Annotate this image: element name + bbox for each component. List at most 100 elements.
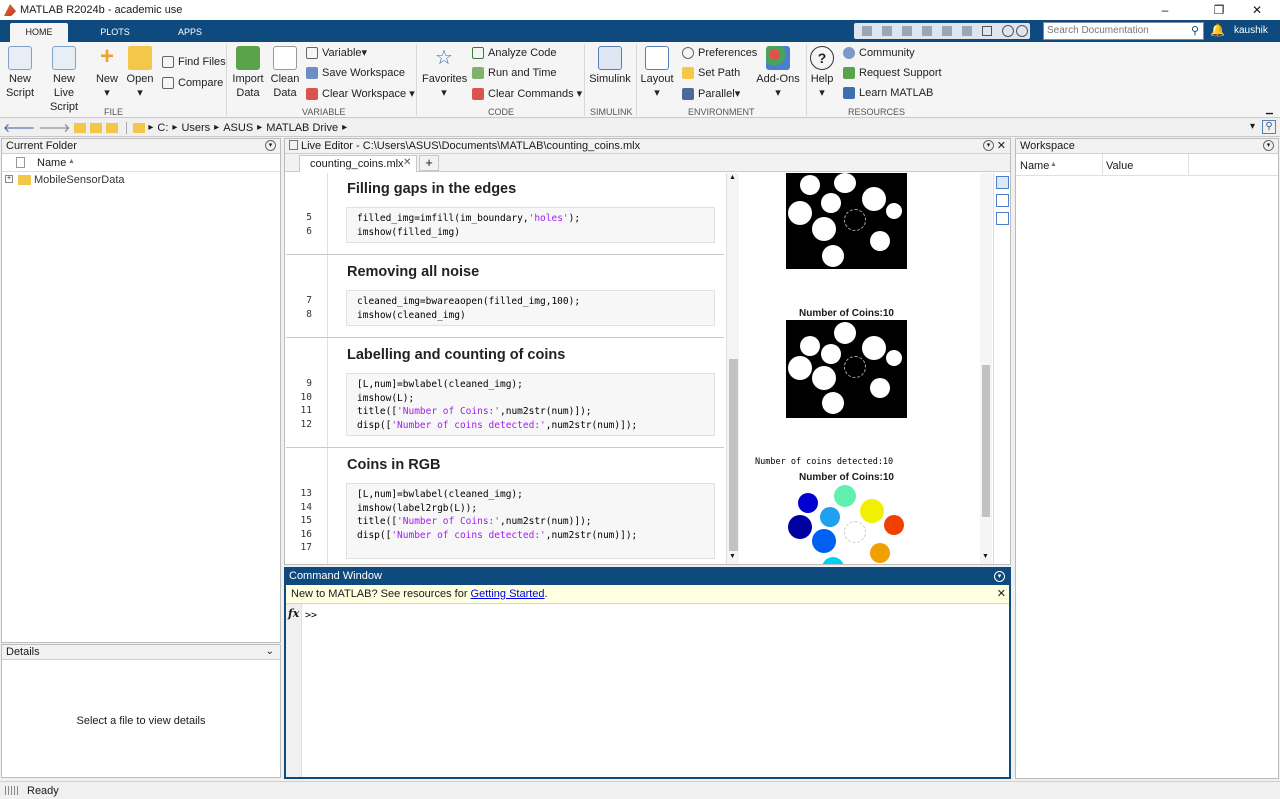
import-data-icon: [236, 46, 260, 70]
close-button[interactable]: ✕: [1234, 0, 1280, 20]
close-tab-icon[interactable]: ✕: [403, 157, 411, 168]
learn-matlab-button[interactable]: Learn MATLAB: [843, 87, 933, 99]
notification-bell-icon[interactable]: 🔔: [1210, 23, 1225, 37]
add-tab-button[interactable]: +: [419, 155, 439, 171]
name-column-header[interactable]: Name: [1020, 160, 1049, 172]
request-support-button[interactable]: Request Support: [843, 67, 942, 79]
output-right-view-icon[interactable]: [996, 176, 1009, 189]
clear-commands-button[interactable]: Clear Commands ▾: [472, 87, 582, 100]
hide-code-view-icon[interactable]: [996, 212, 1009, 225]
coin: [834, 485, 856, 507]
save-icon[interactable]: [862, 26, 872, 36]
output-figure-filled[interactable]: [786, 173, 907, 269]
tab-apps[interactable]: APPS: [165, 23, 215, 42]
undo-icon[interactable]: [942, 26, 952, 36]
stop-icon[interactable]: [1016, 25, 1028, 37]
line-number: 11: [300, 405, 312, 416]
code-scrollbar[interactable]: ▲ ▼: [726, 173, 739, 564]
breadcrumb-asus[interactable]: ASUS: [223, 122, 253, 134]
code-block[interactable]: [L,num]=bwlabel(cleaned_img); imshow(L);…: [346, 373, 715, 436]
close-notice-icon[interactable]: ✕: [997, 585, 1006, 603]
find-files-button[interactable]: Find Files: [162, 56, 226, 68]
code-block[interactable]: filled_img=imfill(im_boundary,'holes'); …: [346, 207, 715, 243]
new-button[interactable]: + New ▾: [93, 45, 121, 100]
code-block[interactable]: cleaned_img=bwareaopen(filled_img,100); …: [346, 290, 715, 326]
run-and-time-button[interactable]: Run and Time: [472, 67, 556, 79]
tab-counting-coins[interactable]: counting_coins.mlx ✕: [299, 155, 417, 172]
getting-started-link[interactable]: Getting Started: [471, 588, 545, 600]
scroll-thumb[interactable]: [729, 359, 738, 551]
panel-options-icon[interactable]: ▾: [994, 571, 1005, 582]
scroll-up-icon[interactable]: ▲: [729, 174, 736, 181]
folder-action-icon[interactable]: [106, 122, 119, 133]
minimize-button[interactable]: –: [1142, 0, 1188, 20]
code-area[interactable]: Filling gaps in the edges 5 6 filled_img…: [285, 173, 726, 564]
breadcrumb-drive[interactable]: C:: [157, 122, 168, 134]
compare-button[interactable]: Compare: [162, 77, 223, 89]
panel-options-icon[interactable]: ▾: [1263, 140, 1274, 151]
preferences-button[interactable]: Preferences: [682, 47, 757, 59]
search-documentation-input[interactable]: Search Documentation: [1043, 22, 1204, 40]
collapse-ribbon-icon[interactable]: ▁: [1266, 104, 1273, 115]
panel-options-icon[interactable]: ▾: [265, 140, 276, 151]
redo-icon[interactable]: [962, 26, 972, 36]
copy-icon[interactable]: [902, 26, 912, 36]
clear-workspace-button[interactable]: Clear Workspace ▾: [306, 87, 415, 100]
chevron-down-icon[interactable]: ⌄: [266, 645, 274, 659]
parallel-button[interactable]: Parallel ▾: [682, 87, 740, 100]
breadcrumb-users[interactable]: Users: [181, 122, 210, 134]
user-account-menu[interactable]: kaushik: [1234, 25, 1268, 36]
import-data-button[interactable]: Import Data: [230, 46, 266, 100]
list-item[interactable]: + MobileSensorData: [2, 172, 280, 188]
new-live-script-button[interactable]: New Live Script: [40, 46, 88, 114]
new-script-button[interactable]: New Script: [4, 46, 36, 100]
variable-button[interactable]: Variable ▾: [306, 46, 367, 59]
analyze-code-button[interactable]: Analyze Code: [472, 47, 557, 59]
scroll-down-icon[interactable]: ▼: [729, 553, 736, 560]
save-workspace-button[interactable]: Save Workspace: [306, 67, 405, 79]
output-figure-rgb[interactable]: [786, 485, 907, 564]
forward-arrow-icon[interactable]: 🡒: [38, 120, 70, 135]
command-input[interactable]: [320, 607, 1000, 777]
search-icon[interactable]: ⚲: [1191, 24, 1199, 37]
browse-folder-icon[interactable]: [90, 122, 103, 133]
favorites-button[interactable]: ☆ Favorites ▾: [422, 46, 467, 100]
code-text: cleaned_img=bwareaopen(filled_img,100);: [357, 296, 581, 307]
add-ons-button[interactable]: Add-Ons ▾: [756, 46, 800, 100]
compare-icon: [162, 77, 174, 89]
tab-plots[interactable]: PLOTS: [90, 23, 140, 42]
output-figure-cleaned[interactable]: [786, 320, 907, 418]
figure-title: Number of Coins:10: [798, 472, 894, 483]
find-files-icon: [162, 56, 174, 68]
help-button[interactable]: ? Help ▾: [808, 46, 836, 100]
breadcrumb-matlab-drive[interactable]: MATLAB Drive: [266, 122, 338, 134]
cut-icon[interactable]: [882, 26, 892, 36]
help-circle-icon[interactable]: [1002, 25, 1014, 37]
close-panel-icon[interactable]: ✕: [997, 139, 1006, 153]
tab-home[interactable]: HOME: [10, 23, 68, 42]
simulink-button[interactable]: Simulink: [588, 46, 632, 86]
clean-data-button[interactable]: Clean Data: [269, 46, 301, 100]
back-arrow-icon[interactable]: 🡐: [3, 120, 35, 135]
expand-icon[interactable]: +: [5, 175, 13, 183]
scroll-thumb[interactable]: [982, 365, 990, 517]
switch-windows-icon[interactable]: [982, 26, 992, 36]
panel-options-icon[interactable]: ▾: [983, 140, 994, 151]
code-block[interactable]: [L,num]=bwlabel(cleaned_img); imshow(lab…: [346, 483, 715, 559]
output-area[interactable]: Number of Coins:10 Number of coins detec…: [740, 173, 992, 564]
open-button[interactable]: Open ▾: [126, 46, 154, 100]
output-inline-view-icon[interactable]: [996, 194, 1009, 207]
search-folder-icon[interactable]: ⚲: [1262, 120, 1276, 134]
function-browser-icon[interactable]: fx: [288, 607, 299, 620]
community-button[interactable]: Community: [843, 47, 915, 59]
set-path-button[interactable]: Set Path: [682, 67, 740, 79]
output-scrollbar[interactable]: ▼: [980, 173, 992, 564]
scroll-down-icon[interactable]: ▼: [982, 553, 989, 560]
up-folder-icon[interactable]: [74, 122, 87, 133]
layout-button[interactable]: Layout ▾: [640, 46, 674, 100]
paste-icon[interactable]: [922, 26, 932, 36]
value-column-header[interactable]: Value: [1106, 160, 1133, 172]
name-column-header[interactable]: Name: [37, 157, 66, 169]
clear-commands-label: Clear Commands: [488, 87, 574, 100]
address-dropdown-icon[interactable]: ▾: [1250, 121, 1255, 132]
